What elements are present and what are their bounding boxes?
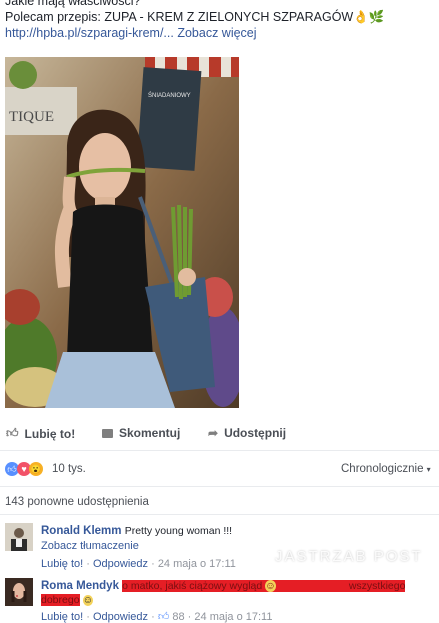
avatar-image: [5, 523, 33, 551]
post-line-2: Polecam przepis: ZUPA - KREM Z ZIELONYCH…: [5, 10, 385, 24]
thumbs-up-icon: 👍︎: [6, 426, 19, 440]
shop-sign-text: TIQUE: [9, 109, 54, 125]
post-actions: 👍︎ Lubię to! Skomentuj ➦ Udostępnij: [0, 420, 439, 448]
post-line-1: Jakie mają właściwości?: [5, 0, 141, 8]
comment-like-link[interactable]: Lubię to!: [41, 611, 83, 623]
see-translation-link[interactable]: Zobacz tłumaczenie: [41, 540, 139, 552]
post-line-3: http://hpba.pl/szparagi-krem/... Zobacz …: [5, 25, 435, 41]
photo-illustration: TIQUE ŚNIADANIOWY: [5, 57, 239, 408]
share-label: Udostępnij: [224, 426, 287, 440]
comment-date[interactable]: 24 maja o 17:11: [158, 558, 236, 570]
smile-emoji-icon: ☺: [265, 580, 276, 592]
avatar[interactable]: [5, 523, 33, 551]
post-photo[interactable]: TIQUE ŚNIADANIOWY: [5, 57, 239, 408]
avatar-image: [5, 578, 33, 606]
thumbs-up-icon: 👍︎: [157, 611, 170, 623]
reactions-bar: 👍︎ ♥ 😮 10 tys. Chronologicznie ▾: [0, 458, 439, 482]
comment-order-dropdown[interactable]: Chronologicznie ▾: [341, 463, 431, 475]
watermark-logo: JASTRZAB POST: [275, 548, 423, 565]
board-title: ŚNIADANIOWY: [148, 91, 191, 99]
like-label: Lubię to!: [24, 426, 76, 441]
post-text: Jakie mają właściwości? Polecam przepis:…: [5, 0, 435, 41]
comment-like-link[interactable]: Lubię to!: [41, 558, 83, 570]
divider: [0, 486, 439, 487]
comment-icon: [102, 428, 113, 438]
divider: [0, 450, 439, 451]
post-link[interactable]: http://hpba.pl/szparagi-krem/...: [5, 26, 174, 40]
comment-label: Skomentuj: [119, 426, 181, 440]
shares-count[interactable]: 143 ponowne udostępnienia: [5, 496, 149, 508]
dropdown-arrow-icon: ▾: [426, 465, 431, 474]
comment-date[interactable]: 24 maja o 17:11: [194, 611, 272, 623]
like-action[interactable]: 👍︎ Lubię to!: [6, 426, 75, 441]
comment-likes[interactable]: 👍︎ 88: [158, 611, 185, 623]
reaction-count[interactable]: 10 tys.: [52, 463, 86, 475]
comment-reply-link[interactable]: Odpowiedz: [93, 611, 148, 623]
reaction-icons[interactable]: 👍︎ ♥ 😮: [5, 462, 43, 476]
smile-emoji-icon: ☺: [82, 595, 93, 606]
divider: [0, 514, 439, 515]
commenter-name[interactable]: Ronald Klemm: [41, 525, 122, 537]
comment-reply-link[interactable]: Odpowiedz: [93, 558, 148, 570]
emoji-icons: 👌🌿: [353, 10, 385, 24]
see-more-link[interactable]: Zobacz więcej: [177, 26, 256, 40]
share-arrow-icon: ➦: [208, 426, 219, 440]
comment-text: Pretty young woman !!!: [124, 525, 233, 537]
share-action[interactable]: ➦ Udostępnij: [208, 426, 286, 440]
wow-reaction-icon: 😮: [29, 462, 43, 476]
comment-action[interactable]: Skomentuj: [102, 426, 180, 440]
avatar[interactable]: [5, 578, 33, 606]
commenter-name[interactable]: Roma Mendyk: [41, 580, 119, 592]
